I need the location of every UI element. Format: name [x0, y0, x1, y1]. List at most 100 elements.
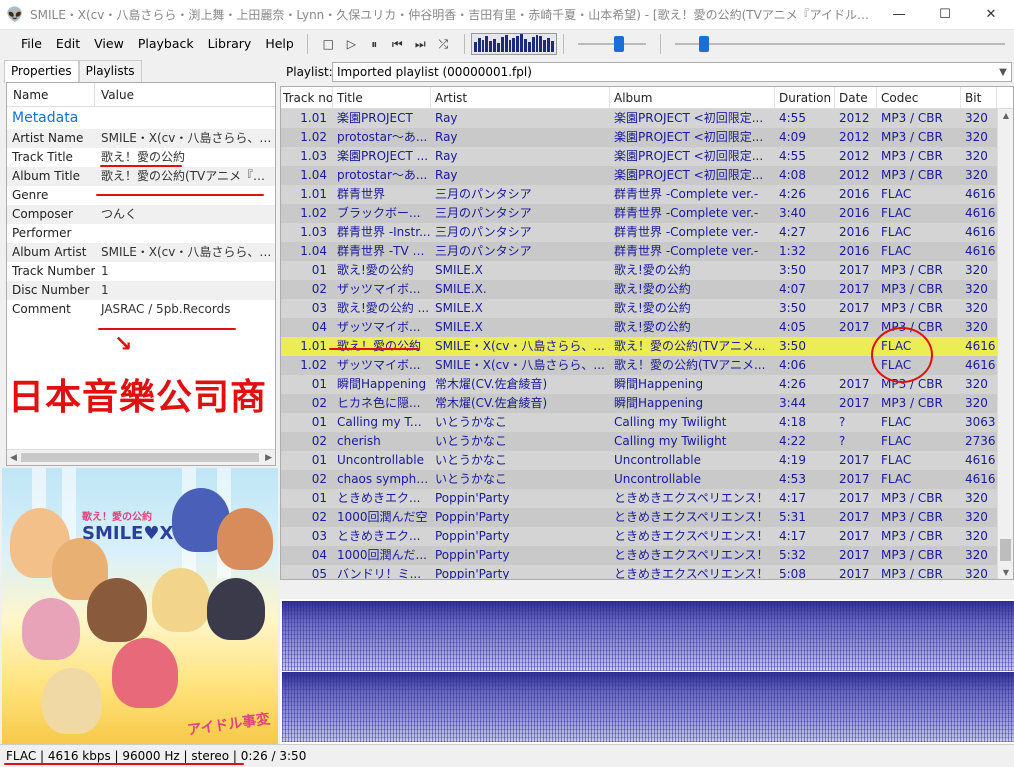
- chevron-down-icon[interactable]: ▼: [995, 67, 1011, 78]
- cell-dur: 4:09: [779, 130, 806, 144]
- scroll-right-icon[interactable]: ▶: [265, 453, 272, 463]
- playlist-row[interactable]: 01 Calling my Twi... いとうかなこ Calling my Twil…: [281, 413, 1013, 432]
- vertical-scrollbar[interactable]: ▲ ▼: [997, 109, 1013, 579]
- menu-view[interactable]: View: [87, 30, 131, 58]
- tab-properties[interactable]: Properties: [4, 60, 79, 83]
- property-row[interactable]: Comment JASRAC / 5pb.Records: [7, 300, 275, 319]
- cell-album: Calling my Twilight: [614, 434, 727, 448]
- playlist-row[interactable]: 04 1000回潤んだ... Poppin'Party ときめきエクスペリエンス！ 5:…: [281, 546, 1013, 565]
- cell-artist: いとうかなこ: [435, 434, 508, 448]
- random-icon[interactable]: ⤮: [435, 36, 452, 53]
- column-album[interactable]: Album: [610, 87, 775, 108]
- playlist-row[interactable]: 1.01 群青世界 三月のパンタシア 群青世界 -Complete ver.- 4:26…: [281, 185, 1013, 204]
- property-row[interactable]: Disc Number 1: [7, 281, 275, 300]
- column-artist[interactable]: Artist: [431, 87, 610, 108]
- scroll-up-icon[interactable]: ▲: [998, 111, 1013, 120]
- property-row[interactable]: Album Title 歌え！愛の公約(TVアニメ『アイ...: [7, 167, 275, 186]
- playlist-row[interactable]: 05 バンドリ！ミ... Poppin'Party ときめきエクスペリエンス！ 5:08…: [281, 565, 1013, 580]
- cell-codec: MP3 / CBR: [881, 548, 943, 562]
- visualizer-bar: [500, 37, 504, 52]
- property-row[interactable]: Artist Name SMILE・X(cv・八島さらら、渕上舞...: [7, 129, 275, 148]
- next-icon[interactable]: ⏭: [412, 36, 429, 53]
- menu-edit[interactable]: Edit: [49, 30, 87, 58]
- playlist-row[interactable]: 1.03 群青世界 -Instr... 三月のパンタシア 群青世界 -Complete…: [281, 223, 1013, 242]
- cell-codec: MP3 / CBR: [881, 396, 943, 410]
- cell-artist: Ray: [435, 149, 458, 163]
- volume-thumb[interactable]: [613, 36, 624, 52]
- scroll-thumb[interactable]: [1000, 539, 1011, 561]
- playlist-row[interactable]: 1.04 群青世界 -TV S... 三月のパンタシア 群青世界 -Complete …: [281, 242, 1013, 261]
- cell-title: protostar～あ...: [337, 168, 428, 182]
- menu-playback[interactable]: Playback: [131, 30, 201, 58]
- column-codec[interactable]: Codec: [877, 87, 961, 108]
- column-date[interactable]: Date: [835, 87, 877, 108]
- seek-thumb[interactable]: [698, 36, 709, 52]
- scroll-down-icon[interactable]: ▼: [998, 568, 1013, 577]
- cell-no: 05: [311, 567, 327, 580]
- album-art: 歌え！愛の公約 SMILE♥X アイドル事変: [2, 468, 278, 744]
- pause-icon[interactable]: ⏸: [366, 36, 383, 53]
- play-icon[interactable]: ▷: [343, 36, 360, 53]
- cell-date: 2017: [839, 472, 870, 486]
- playlist-row[interactable]: 02 chaos sympho... いとうかなこ Uncontrollable 4:5…: [281, 470, 1013, 489]
- playlist-row[interactable]: 03 歌え!愛の公約 ... SMILE.X 歌え!愛の公約 3:50 2017 MP3 /…: [281, 299, 1013, 318]
- previous-icon[interactable]: ⏮: [389, 36, 406, 53]
- playlist-bar: Playlist: Imported playlist (00000001.fp…: [280, 60, 1014, 84]
- close-button[interactable]: ✕: [968, 0, 1014, 30]
- cell-artist: Poppin'Party: [435, 548, 510, 562]
- cell-bit: 320: [965, 567, 988, 580]
- scroll-thumb[interactable]: [21, 453, 259, 462]
- playlist-row[interactable]: 02 1000回潤んだ空 Poppin'Party ときめきエクスペリエンス！ 5:31…: [281, 508, 1013, 527]
- cell-codec: FLAC: [881, 472, 912, 486]
- playlist-row[interactable]: 02 ヒカネ色に隠... 常木燿(CV.佐倉綾音) 瞬間Happening 3:44 20…: [281, 394, 1013, 413]
- toolbar-separator: [463, 34, 465, 54]
- menu-file[interactable]: File: [14, 30, 49, 58]
- property-row[interactable]: Album Artist SMILE・X(cv・八島さらら、渕上...: [7, 243, 275, 262]
- minimize-button[interactable]: —: [876, 0, 922, 30]
- column-value[interactable]: Value: [95, 83, 134, 106]
- cell-title: ザッツマイボ...: [337, 320, 421, 334]
- cell-artist: 三月のパンタシア: [435, 225, 532, 239]
- playlist-row[interactable]: 01 Uncontrollable いとうかなこ Uncontrollable 4:19…: [281, 451, 1013, 470]
- cell-title: ときめきエク...: [337, 529, 421, 543]
- column-name[interactable]: Name: [7, 83, 95, 106]
- cell-no: 01: [311, 415, 327, 429]
- cell-title: 群青世界 -TV S...: [337, 244, 431, 258]
- metadata-group[interactable]: Metadata: [7, 107, 275, 129]
- stop-icon[interactable]: □: [320, 36, 337, 53]
- cell-bit: 4616: [965, 339, 996, 353]
- cell-title: バンドリ！ミ...: [337, 567, 422, 580]
- property-key: Album Title: [12, 169, 80, 183]
- property-row[interactable]: Composer つんく: [7, 205, 275, 224]
- cell-dur: 3:50: [779, 339, 806, 353]
- horizontal-scrollbar[interactable]: ◀ ▶: [7, 449, 275, 465]
- property-row[interactable]: Performer: [7, 224, 275, 243]
- playlist-row[interactable]: 1.03 楽園PROJECT ... Ray 楽園PROJECT <初回限定... 4:…: [281, 147, 1013, 166]
- column-duration[interactable]: Duration: [775, 87, 835, 108]
- tab-playlists[interactable]: Playlists: [78, 60, 142, 82]
- cell-bit: 4616: [965, 206, 996, 220]
- scroll-left-icon[interactable]: ◀: [10, 453, 17, 463]
- column-title[interactable]: Title: [333, 87, 431, 108]
- playlist-row[interactable]: 02 cherish いとうかなこ Calling my Twilight 4:22? F…: [281, 432, 1013, 451]
- playlist-row[interactable]: 03 ときめきエク... Poppin'Party ときめきエクスペリエンス！ 4:17…: [281, 527, 1013, 546]
- playlist-row[interactable]: 1.04 protostar～あ... Ray 楽園PROJECT <初回限定... 4…: [281, 166, 1013, 185]
- playlist-row[interactable]: 1.01 楽園PROJECT Ray 楽園PROJECT <初回限定... 4:55 20…: [281, 109, 1013, 128]
- menu-library[interactable]: Library: [201, 30, 259, 58]
- volume-slider[interactable]: [577, 34, 646, 54]
- cell-date: 2017: [839, 282, 870, 296]
- playlist-select[interactable]: Imported playlist (00000001.fpl) ▼: [332, 62, 1012, 82]
- maximize-button[interactable]: ☐: [922, 0, 968, 30]
- menu-help[interactable]: Help: [258, 30, 301, 58]
- cell-artist: 常木燿(CV.佐倉綾音): [435, 377, 548, 391]
- playlist-row[interactable]: 01 ときめきエク... Poppin'Party ときめきエクスペリエンス！ 4:17…: [281, 489, 1013, 508]
- column-track-no[interactable]: Track no: [281, 87, 333, 108]
- playlist-row[interactable]: 1.02 protostar～あ... Ray 楽園PROJECT <初回限定... 4…: [281, 128, 1013, 147]
- cell-date: 2017: [839, 320, 870, 334]
- playlist-row[interactable]: 01 歌え!愛の公約 SMILE.X 歌え!愛の公約 3:50 2017 MP3 / CBR…: [281, 261, 1013, 280]
- seek-bar[interactable]: [674, 34, 1005, 54]
- column-bitrate[interactable]: Bit: [961, 87, 997, 108]
- property-row[interactable]: Track Number 1: [7, 262, 275, 281]
- playlist-row[interactable]: 02 ザッツマイボ... SMILE.X. 歌え!愛の公約 4:07 2017 MP3 / …: [281, 280, 1013, 299]
- playlist-row[interactable]: 1.02 ブラックボー... 三月のパンタシア 群青世界 -Complete ver.…: [281, 204, 1013, 223]
